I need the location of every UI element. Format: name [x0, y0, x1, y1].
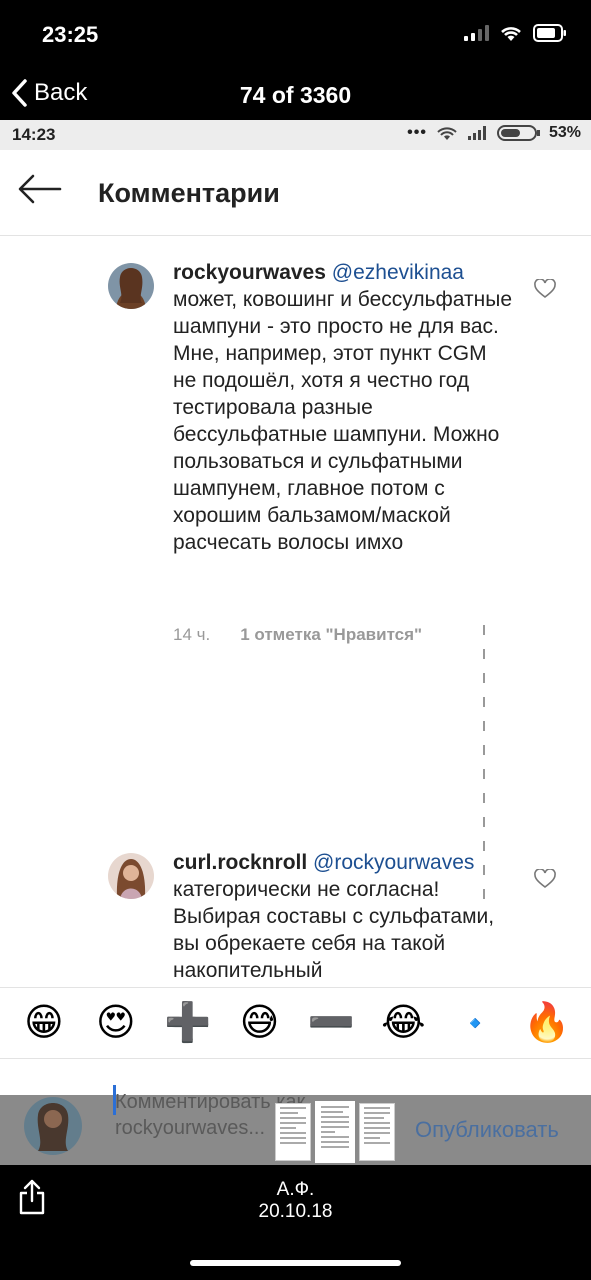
android-status-bar: 14:23 ••• 53% — [0, 120, 591, 150]
ios-clock: 23:25 — [42, 22, 99, 47]
emoji-grinning-button[interactable]: 😁 — [19, 1004, 69, 1042]
comment-username[interactable]: curl.rocknroll — [173, 851, 307, 874]
comment-text: rockyourwaves @ezhevikinaa может, ковоши… — [173, 259, 513, 556]
thumbnail-strip — [275, 1101, 395, 1163]
viewer-nav-bar: Back 74 of 3360 — [0, 70, 591, 120]
emoji-plus-button[interactable]: ➕ — [163, 1004, 213, 1042]
android-clock: 14:23 — [12, 125, 56, 144]
thumbnail[interactable] — [359, 1103, 395, 1161]
comment-username[interactable]: rockyourwaves — [173, 261, 326, 284]
comment-body: категорически не согласна! Выбирая соста… — [173, 878, 495, 982]
emoji-quick-bar: 😁 😍 ➕ 😅 ➖ 😂 🔹 🔥 — [0, 987, 591, 1059]
more-dots-icon: ••• — [407, 124, 427, 141]
cellular-signal-icon — [467, 126, 486, 140]
battery-percent: 53% — [548, 124, 581, 141]
photo-counter: 74 of 3360 — [239, 82, 352, 108]
ios-status-bar: 23:25 — [0, 0, 591, 70]
wifi-icon — [437, 127, 457, 140]
publish-button[interactable]: Опубликовать — [415, 1117, 559, 1143]
home-indicator[interactable] — [190, 1260, 401, 1266]
viewer-bottom-bar: А.Ф. 20.10.18 — [0, 1165, 591, 1280]
comment-mention[interactable]: @ezhevikinaa — [332, 261, 464, 284]
cellular-signal-icon — [464, 25, 489, 41]
heart-icon[interactable] — [534, 869, 556, 889]
photo-caption: А.Ф. 20.10.18 — [0, 1179, 591, 1223]
page-title: Комментарии — [98, 178, 280, 208]
comment-text: curl.rocknroll @rockyourwaves категориче… — [173, 849, 513, 984]
caption-name: А.Ф. — [276, 1179, 315, 1200]
comment-meta: 14 ч. 1 отметка "Нравится" — [173, 625, 422, 645]
comments-header: Комментарии — [0, 150, 591, 236]
avatar[interactable] — [108, 263, 154, 309]
emoji-minus-button[interactable]: ➖ — [306, 1004, 356, 1042]
android-status-icons: ••• 53% — [407, 124, 581, 142]
avatar — [24, 1097, 82, 1155]
wifi-icon — [499, 24, 523, 42]
emoji-heart-eyes-button[interactable]: 😍 — [91, 1004, 141, 1042]
thumbnail-current[interactable] — [315, 1101, 355, 1163]
heart-icon[interactable] — [534, 279, 556, 299]
comment-time: 14 ч. — [173, 625, 211, 644]
arrow-left-icon[interactable] — [18, 174, 62, 204]
emoji-sweat-smile-button[interactable]: 😅 — [235, 1004, 285, 1042]
avatar[interactable] — [108, 853, 154, 899]
screenshot-content: 14:23 ••• 53% Комментарии rockyourwaves … — [0, 120, 591, 1095]
comment-mention[interactable]: @rockyourwaves — [313, 851, 474, 874]
emoji-fire-button[interactable]: 🔥 — [522, 1004, 572, 1042]
battery-icon — [533, 24, 567, 42]
emoji-diamond-button[interactable]: 🔹 — [450, 1010, 500, 1036]
comment-body: может, ковошинг и бессульфатные шампуни … — [173, 288, 512, 554]
thumbnail[interactable] — [275, 1103, 311, 1161]
emoji-joy-button[interactable]: 😂 — [378, 1004, 428, 1042]
caption-date: 20.10.18 — [258, 1201, 333, 1222]
ios-status-icons — [464, 24, 567, 42]
comment-likes[interactable]: 1 отметка "Нравится" — [240, 625, 422, 645]
battery-icon — [496, 125, 540, 141]
